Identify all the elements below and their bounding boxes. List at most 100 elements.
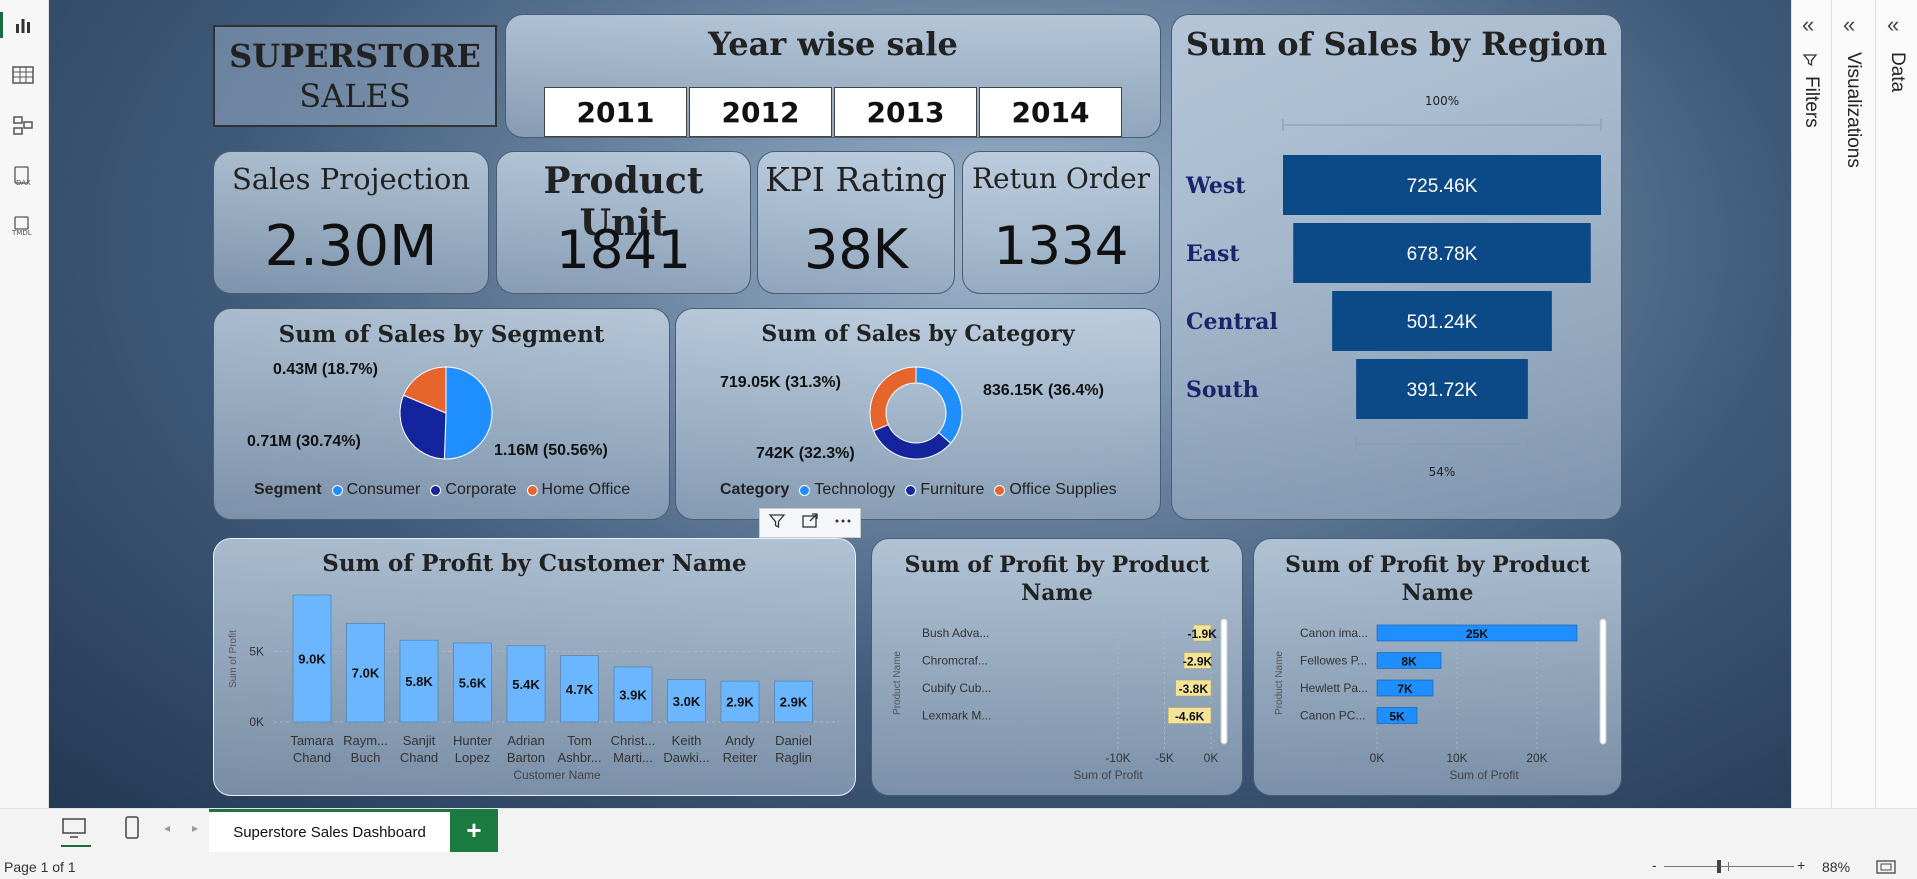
filter-icon[interactable] [768,512,786,535]
tmdl-view-icon[interactable]: TMDL [10,213,36,239]
filters-pane-label[interactable]: Filters [1800,76,1822,128]
data-label: 5.8K [405,674,433,689]
x-tick-label: Tom [567,733,592,748]
y-tick-label: Lexmark M... [922,709,991,723]
slice-label-furniture: 742K (32.3%) [756,445,855,462]
data-label: -1.9K [1187,627,1217,641]
kpi-title: Retun Order [971,162,1151,195]
product-loss-chart: -10K -5K 0K -1.9K Bush Adva... -2.9K Chromcraf… [892,617,1228,782]
scrollbar[interactable] [1599,618,1607,745]
year-button-2011[interactable]: 2011 [544,87,687,137]
collapse-filters-icon[interactable]: « [1802,12,1814,38]
y-tick-label: 5K [249,644,264,658]
collapse-visualizations-icon[interactable]: « [1843,12,1855,38]
data-pane-label[interactable]: Data [1886,52,1908,92]
model-view-icon[interactable] [10,112,36,138]
focus-mode-icon[interactable] [801,512,819,535]
x-tick-label: 0K [1370,751,1385,765]
x-tick-label: -10K [1105,751,1130,765]
funnel-category-label: Central [1186,309,1278,335]
category-donut-card: Sum of Sales by Category 719.05K (31.3%)… [675,308,1161,520]
slice-technology[interactable] [915,366,963,444]
legend-dot-office-supplies [994,484,1006,496]
legend-item-corporate[interactable]: Corporate [445,481,516,499]
funnel-value-label: 501.24K [1407,312,1478,333]
legend-item-home-office[interactable]: Home Office [542,481,631,499]
x-tick-label: Sanjit [403,733,436,748]
slice-label-office-supplies: 719.05K (31.3%) [720,374,841,391]
data-pane[interactable]: « Data [1875,0,1917,808]
add-page-button[interactable]: + [450,809,498,852]
x-tick-label: 0K [1204,751,1219,765]
legend-item-furniture[interactable]: Furniture [920,481,984,499]
zoom-in-button[interactable]: + [1797,857,1805,873]
legend-item-consumer[interactable]: Consumer [347,481,421,499]
dashboard-title-line1: SUPERSTORE [229,37,481,75]
kpi-card-return-order: Retun Order 1334 [962,151,1160,294]
legend-dot-consumer [331,484,343,496]
region-funnel-card: Sum of Sales by Region 100% 725.46K West 67… [1171,14,1622,520]
funnel-bottom-percent: 54% [1429,465,1456,479]
svg-text:TMDL: TMDL [11,229,32,237]
legend-item-office-supplies[interactable]: Office Supplies [1009,481,1116,499]
kpi-card-product-unit: Product Unit 1841 [496,151,751,294]
funnel-value-label: 725.46K [1407,176,1478,197]
next-page-icon[interactable]: ▸ [192,821,198,835]
data-label: 7.0K [352,666,380,681]
customer-profit-chart: 5K 0K Sum of Profit 9.0K Tamara Chand 7.0K Raym… [228,594,839,782]
zoom-slider[interactable] [1664,860,1794,873]
x-tick-label: Hunter [453,733,493,748]
collapse-data-icon[interactable]: « [1887,12,1899,38]
year-button-2012[interactable]: 2012 [689,87,832,137]
mobile-layout-icon[interactable] [124,816,140,845]
legend-item-technology[interactable]: Technology [814,481,895,499]
kpi-value: 1334 [993,216,1129,277]
slice-consumer[interactable] [443,366,493,460]
table-view-icon[interactable] [10,62,36,88]
year-slicer-card: Year wise sale 2011 2012 2013 2014 [505,14,1161,138]
x-tick-label: Chand [293,750,331,765]
customer-profit-card[interactable]: Sum of Profit by Customer Name 5K 0K Sum o… [213,538,856,796]
zoom-slider-center-tick [1728,862,1729,871]
category-legend: Category Technology Furniture Office Sup… [720,481,1117,499]
kpi-title: KPI Rating [765,160,947,199]
data-label: 4.7K [566,682,594,697]
kpi-card-kpi-rating: KPI Rating 38K [757,151,955,294]
year-button-2014[interactable]: 2014 [979,87,1122,137]
x-tick-label: Keith [672,733,702,748]
filter-funnel-icon [1802,52,1818,73]
slice-office-supplies[interactable] [869,366,917,432]
zoom-slider-thumb[interactable] [1717,860,1721,873]
zoom-out-button[interactable]: - [1652,857,1657,873]
desktop-layout-icon[interactable] [61,817,91,847]
more-options-icon[interactable] [834,512,852,535]
bottom-bar: ◂ ▸ Superstore Sales Dashboard + Page 1 … [0,808,1917,877]
data-label: 3.9K [619,687,647,702]
x-tick-label: Chand [400,750,438,765]
page-tab-superstore-sales-dashboard[interactable]: Superstore Sales Dashboard [209,809,450,852]
legend-dot-home-office [526,484,538,496]
data-label: 3.0K [673,694,701,709]
active-view-indicator [0,12,3,38]
report-canvas: SUPERSTORE SALES Year wise sale 2011 201… [49,0,1791,808]
scrollbar[interactable] [1220,618,1228,745]
funnel-category-label: West [1185,173,1246,199]
fit-to-page-icon[interactable] [1876,860,1896,879]
slice-label-technology: 836.15K (36.4%) [983,382,1104,399]
slice-furniture[interactable] [872,423,952,460]
visualizations-pane[interactable]: « Visualizations [1831,0,1875,808]
dax-query-view-icon[interactable]: DAX [10,163,36,189]
product-profit-card: Sum of Profit by Product Name 0K 10K 20K 25… [1253,538,1622,796]
year-button-2013[interactable]: 2013 [834,87,977,137]
desktop-layout-indicator [61,845,91,847]
prev-page-icon[interactable]: ◂ [164,821,170,835]
data-label: 25K [1466,627,1488,641]
y-tick-label: Canon PC... [1300,709,1365,723]
y-axis-title: Sum of Profit [228,630,239,688]
visualizations-pane-label[interactable]: Visualizations [1842,52,1864,168]
filters-pane[interactable]: « Filters [1791,0,1831,808]
kpi-value: 38K [803,218,909,281]
data-label: 7K [1397,682,1413,696]
report-view-icon[interactable] [10,12,36,38]
x-tick-label: Lopez [455,750,490,765]
